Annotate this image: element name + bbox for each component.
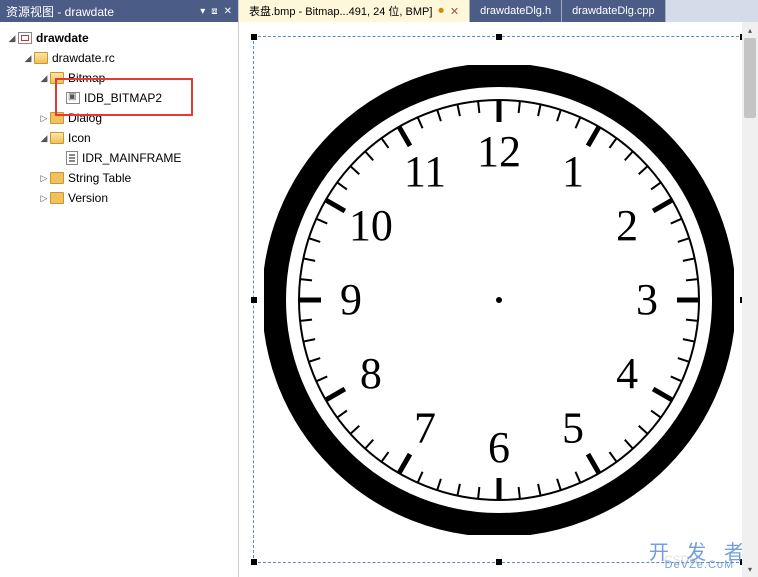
folder-icon xyxy=(50,172,64,184)
pin-indicator-icon[interactable]: ⏺ xyxy=(438,5,444,18)
clock-face: 12 12 3 45 6 78 9 1011 xyxy=(264,65,734,535)
tree-item-bitmap[interactable]: ◢ Bitmap xyxy=(0,68,238,88)
svg-text:1: 1 xyxy=(562,146,584,195)
svg-text:4: 4 xyxy=(616,349,638,398)
svg-text:5: 5 xyxy=(562,403,584,452)
tree-label: drawdate xyxy=(36,31,89,45)
folder-icon xyxy=(50,112,64,124)
tree-item-idr-mainframe[interactable]: IDR_MAINFRAME xyxy=(0,148,238,168)
svg-text:8: 8 xyxy=(359,349,381,398)
resource-tree: ◢ drawdate ◢ drawdate.rc ◢ Bitmap IDB_BI… xyxy=(0,22,238,577)
panel-header[interactable]: 资源视图 - drawdate ▾ ⧈ ✕ xyxy=(0,0,238,22)
tab-label: drawdateDlg.cpp xyxy=(572,5,655,17)
tree-item-dialog[interactable]: ▷ Dialog xyxy=(0,108,238,128)
svg-text:12: 12 xyxy=(477,127,521,176)
tab-label: 表盘.bmp - Bitmap...491, 24 位, BMP] xyxy=(249,3,432,19)
file-icon xyxy=(66,151,78,165)
tree-label: drawdate.rc xyxy=(52,51,115,65)
expander-icon[interactable]: ▷ xyxy=(38,193,50,204)
dropdown-icon[interactable]: ▾ xyxy=(200,6,205,17)
bitmap-icon xyxy=(66,92,80,104)
expander-icon[interactable]: ▷ xyxy=(38,173,50,184)
tab-header-h[interactable]: drawdateDlg.h xyxy=(470,0,562,22)
scroll-thumb[interactable] xyxy=(744,38,756,118)
tree-item-stringtable[interactable]: ▷ String Table xyxy=(0,168,238,188)
tree-label: Icon xyxy=(68,131,91,145)
svg-text:10: 10 xyxy=(348,201,392,250)
pin-icon[interactable]: ⧈ xyxy=(211,6,217,17)
tree-root[interactable]: ◢ drawdate xyxy=(0,28,238,48)
svg-text:6: 6 xyxy=(488,423,510,472)
svg-text:2: 2 xyxy=(616,201,638,250)
tab-header-cpp[interactable]: drawdateDlg.cpp xyxy=(562,0,666,22)
project-icon xyxy=(18,32,32,44)
tree-label: Bitmap xyxy=(68,71,105,85)
editor-area: 表盘.bmp - Bitmap...491, 24 位, BMP] ⏺ ✕ dr… xyxy=(239,0,758,577)
tree-label: Version xyxy=(68,191,108,205)
expander-icon[interactable]: ◢ xyxy=(6,33,18,44)
tree-label: IDR_MAINFRAME xyxy=(82,151,181,165)
bitmap-editor[interactable]: 121234567891011 CSDN 开 发 者 DeVZe.CoM xyxy=(239,22,758,577)
scroll-down-icon[interactable]: ▾ xyxy=(742,561,758,577)
folder-open-icon xyxy=(34,52,48,64)
clock-image: 12 12 3 45 6 78 9 1011 xyxy=(254,37,743,562)
svg-text:9: 9 xyxy=(340,275,362,324)
vertical-scrollbar[interactable]: ▴ ▾ xyxy=(742,22,758,577)
svg-text:7: 7 xyxy=(414,403,436,452)
tree-label: String Table xyxy=(68,171,131,185)
tree-label: IDB_BITMAP2 xyxy=(84,91,162,105)
bitmap-canvas[interactable]: 12 12 3 45 6 78 9 1011 xyxy=(253,36,744,563)
folder-icon xyxy=(50,192,64,204)
tab-close-icon[interactable]: ✕ xyxy=(450,5,459,18)
svg-text:11: 11 xyxy=(403,146,445,195)
tree-item-idb-bitmap2[interactable]: IDB_BITMAP2 xyxy=(0,88,238,108)
expander-icon[interactable]: ◢ xyxy=(38,133,50,144)
scroll-up-icon[interactable]: ▴ xyxy=(742,22,758,38)
tab-bar: 表盘.bmp - Bitmap...491, 24 位, BMP] ⏺ ✕ dr… xyxy=(239,0,758,22)
watermark: 开 发 者 DeVZe.CoM xyxy=(649,536,750,571)
folder-open-icon xyxy=(50,132,64,144)
tab-label: drawdateDlg.h xyxy=(480,5,551,17)
tree-item-rc[interactable]: ◢ drawdate.rc xyxy=(0,48,238,68)
panel-title: 资源视图 - drawdate xyxy=(6,3,200,20)
tree-item-version[interactable]: ▷ Version xyxy=(0,188,238,208)
folder-open-icon xyxy=(50,72,64,84)
resource-view-panel: 资源视图 - drawdate ▾ ⧈ ✕ ◢ drawdate ◢ drawd… xyxy=(0,0,239,577)
close-icon[interactable]: ✕ xyxy=(224,6,232,17)
expander-icon[interactable]: ▷ xyxy=(38,113,50,124)
expander-icon[interactable]: ◢ xyxy=(22,53,34,64)
tab-bitmap[interactable]: 表盘.bmp - Bitmap...491, 24 位, BMP] ⏺ ✕ xyxy=(239,0,470,22)
tree-item-icon[interactable]: ◢ Icon xyxy=(0,128,238,148)
tree-label: Dialog xyxy=(68,111,102,125)
svg-text:3: 3 xyxy=(636,275,658,324)
expander-icon[interactable]: ◢ xyxy=(38,73,50,84)
